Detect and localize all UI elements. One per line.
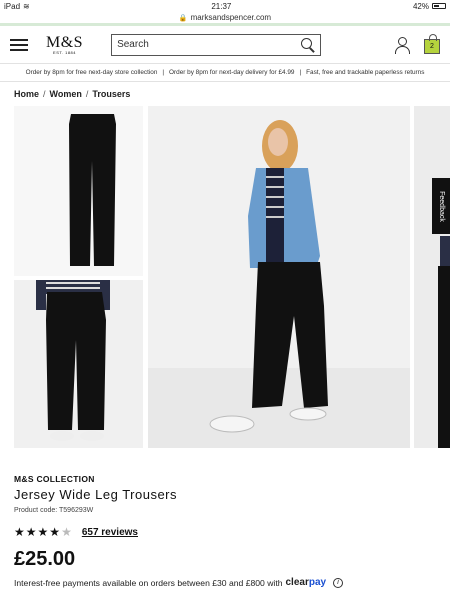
promo-item[interactable]: Order by 8pm for next-day delivery for £… xyxy=(169,69,294,76)
battery-icon xyxy=(431,3,446,9)
bag-count[interactable]: 2 xyxy=(430,43,434,50)
product-main-image[interactable] xyxy=(148,106,410,448)
site-header: M&S EST. 1884 Search 2 xyxy=(0,26,450,64)
search-input[interactable]: Search xyxy=(111,33,322,56)
address-bar[interactable]: 🔒 marksandspencer.com xyxy=(0,12,450,26)
lock-icon: 🔒 xyxy=(178,14,188,22)
product-brand[interactable]: M&S COLLECTION xyxy=(14,474,95,484)
payment-text: Interest-free payments available on orde… xyxy=(14,577,283,588)
payment-info: Interest-free payments available on orde… xyxy=(14,577,344,588)
star-full-icon: ★ xyxy=(37,525,49,539)
promo-separator: | xyxy=(162,69,165,76)
star-full-icon: ★ xyxy=(14,525,25,539)
promo-separator: | xyxy=(299,69,302,76)
clearpay-part2: pay xyxy=(308,577,327,588)
search-placeholder[interactable]: Search xyxy=(117,39,149,50)
trousers-flat-image xyxy=(69,114,116,266)
clock: 21:37 xyxy=(211,1,232,11)
wifi-icon: ≋ xyxy=(23,1,30,11)
feedback-tab[interactable]: Feedback xyxy=(432,178,450,234)
status-bar: iPad ≋ 21:37 42% xyxy=(0,0,450,12)
product-rating[interactable]: ★ ★ ★ ★ ★ 657 reviews xyxy=(14,525,138,539)
star-rating: ★ ★ ★ ★ ★ xyxy=(14,525,72,539)
breadcrumb-separator: / xyxy=(85,89,89,99)
clearpay-logo: clearpay xyxy=(285,577,326,588)
clearpay-part1: clear xyxy=(285,577,309,588)
product-gallery: Feedback xyxy=(0,106,450,448)
url-text[interactable]: marksandspencer.com xyxy=(191,13,271,22)
thumbnail-flat-trousers[interactable] xyxy=(14,106,143,276)
device-label: iPad xyxy=(4,1,21,11)
breadcrumb-trousers[interactable]: Trousers xyxy=(92,89,130,99)
shopping-bag-icon[interactable]: 2 xyxy=(424,34,440,54)
promo-item[interactable]: Fast, free and trackable paperless retur… xyxy=(306,69,424,76)
account-icon[interactable] xyxy=(394,36,410,54)
thumbnail-back-view[interactable] xyxy=(14,280,143,448)
breadcrumb: Home / Women / Trousers xyxy=(0,82,450,106)
info-icon[interactable]: i xyxy=(333,577,344,588)
back-view-image xyxy=(36,280,110,441)
product-title: Jersey Wide Leg Trousers xyxy=(14,487,178,502)
brand-logo[interactable]: M&S EST. 1884 xyxy=(46,34,83,55)
product-price: £25.00 xyxy=(14,548,76,570)
search-icon[interactable] xyxy=(301,37,315,52)
reviews-link[interactable]: 657 reviews xyxy=(82,527,138,538)
star-full-icon: ★ xyxy=(49,525,61,539)
logo-subtext: EST. 1884 xyxy=(53,50,77,55)
model-image xyxy=(148,106,410,448)
feedback-label[interactable]: Feedback xyxy=(438,191,445,222)
promo-strip: Order by 8pm for free next-day store col… xyxy=(0,64,450,82)
promo-item[interactable]: Order by 8pm for free next-day store col… xyxy=(26,69,158,76)
star-empty-icon: ★ xyxy=(61,525,72,539)
breadcrumb-home[interactable]: Home xyxy=(14,89,39,99)
product-code: Product code: T596293W xyxy=(14,507,94,514)
star-full-icon: ★ xyxy=(25,525,37,539)
battery-percent: 42% xyxy=(412,1,429,11)
breadcrumb-separator: / xyxy=(43,89,46,99)
next-image xyxy=(438,236,450,448)
breadcrumb-women[interactable]: Women xyxy=(50,89,82,99)
next-image-peek[interactable] xyxy=(414,106,450,448)
menu-icon[interactable] xyxy=(10,38,28,51)
